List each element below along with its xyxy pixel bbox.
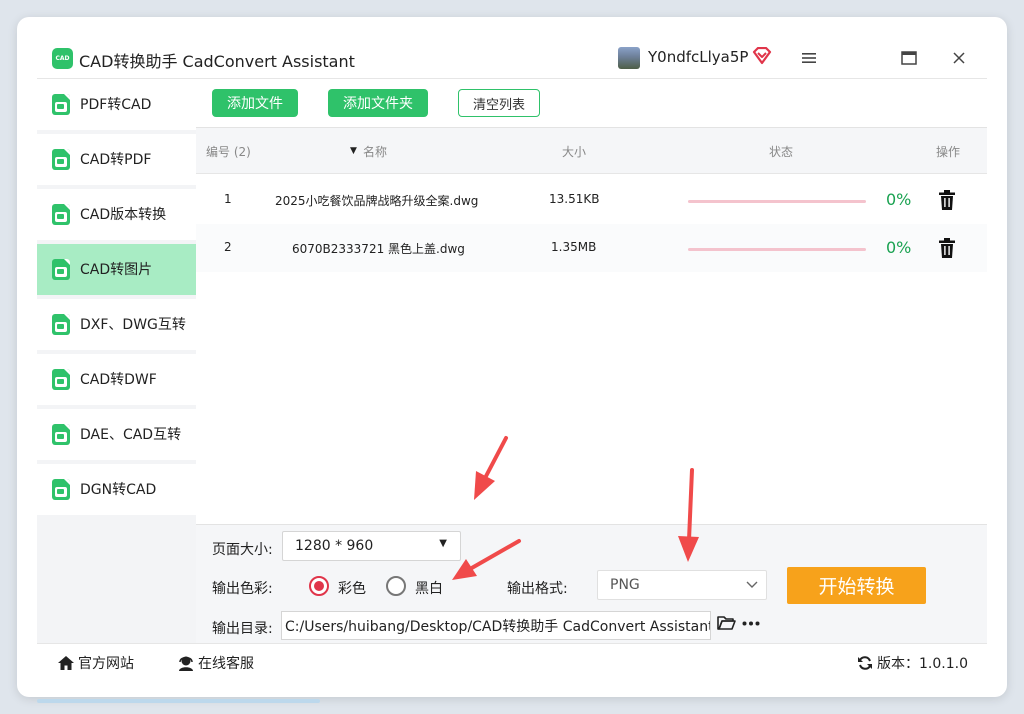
sidebar-item-label: DXF、DWG互转: [80, 317, 186, 333]
clear-list-button[interactable]: 清空列表: [458, 89, 540, 117]
header-size: 大小: [562, 145, 587, 159]
title-bar: CAD CAD转换助手 CadConvert Assistant Y0ndfcL…: [37, 37, 987, 79]
page-size-value: 1280 * 960: [295, 538, 374, 554]
footer: 官方网站 在线客服 版本：1.0.1.0: [37, 643, 987, 681]
file-convert-icon: [52, 149, 70, 170]
toolbar: 添加文件 添加文件夹 清空列表: [196, 79, 987, 128]
row-percent: 0%: [886, 190, 912, 209]
sidebar-item-label: CAD转图片: [80, 262, 153, 278]
sidebar-item-label: DAE、CAD互转: [80, 427, 182, 443]
sort-desc-icon[interactable]: ▼: [350, 146, 357, 156]
sidebar-item-cad-to-dwf[interactable]: CAD转DWF: [37, 354, 196, 405]
sidebar-item-dgn-to-cad[interactable]: DGN转CAD: [37, 464, 196, 515]
sidebar-item-cad-to-image[interactable]: CAD转图片: [37, 244, 196, 295]
add-file-button[interactable]: 添加文件: [212, 89, 298, 117]
start-convert-button[interactable]: 开始转换: [787, 567, 926, 604]
table-row[interactable]: 2 6070B2333721 黑色上盖.dwg 1.35MB 0%: [196, 224, 987, 272]
refresh-icon: [858, 656, 872, 670]
progress-bar: [688, 200, 866, 203]
menu-icon: [802, 53, 816, 63]
version-label: 版本：1.0.1.0: [877, 656, 968, 672]
app-root: CAD CAD转换助手 CadConvert Assistant Y0ndfcL…: [37, 37, 987, 681]
file-table: 编号 (2) ▼ 名称 大小 状态 操作 1 2025小吃餐饮品牌战略升级全案.…: [196, 128, 987, 524]
sidebar-item-label: DGN转CAD: [80, 482, 157, 498]
sidebar-item-cad-version[interactable]: CAD版本转换: [37, 189, 196, 240]
sidebar-item-dae-cad[interactable]: DAE、CAD互转: [37, 409, 196, 460]
page-size-label: 页面大小:: [212, 542, 273, 558]
file-convert-icon: [52, 369, 70, 390]
sidebar-item-label: CAD转DWF: [80, 372, 157, 388]
add-folder-button[interactable]: 添加文件夹: [328, 89, 428, 117]
online-support-label: 在线客服: [198, 656, 254, 672]
sidebar: PDF转CAD CAD转PDF CAD版本转换 CAD转图片 DXF、DWG互转…: [37, 79, 196, 643]
output-color-label: 输出色彩:: [212, 581, 273, 597]
sidebar-item-label: CAD转PDF: [80, 152, 152, 168]
header-index: 编号 (2): [206, 145, 251, 159]
vip-diamond-icon[interactable]: [752, 47, 772, 65]
bw-radio[interactable]: [386, 576, 406, 596]
header-action: 操作: [936, 145, 961, 159]
header-name[interactable]: 名称: [363, 143, 387, 160]
close-icon: [953, 52, 965, 64]
table-header: 编号 (2) ▼ 名称 大小 状态 操作: [196, 128, 987, 174]
output-format-value: PNG: [610, 577, 640, 593]
output-dir-value: C:/Users/huibang/Desktop/CAD转换助手 CadConv…: [285, 618, 711, 635]
app-title: CAD转换助手 CadConvert Assistant: [79, 52, 355, 71]
username[interactable]: Y0ndfcLlya5P: [648, 48, 748, 66]
close-button[interactable]: [947, 46, 971, 70]
avatar[interactable]: [618, 47, 640, 69]
row-filename: 2025小吃餐饮品牌战略升级全案.dwg: [275, 194, 479, 208]
file-convert-icon: [52, 314, 70, 335]
table-row[interactable]: 1 2025小吃餐饮品牌战略升级全案.dwg 13.51KB 0%: [196, 176, 987, 224]
trash-icon[interactable]: [938, 238, 956, 258]
page-size-select[interactable]: 1280 * 960 ▼: [282, 531, 461, 561]
online-support-link[interactable]: 在线客服: [177, 653, 254, 673]
header-status: 状态: [769, 145, 794, 159]
output-dir-label: 输出目录:: [212, 621, 273, 637]
row-index: 2: [224, 240, 232, 254]
home-icon: [58, 656, 74, 670]
output-settings: 页面大小: 1280 * 960 ▼ 输出色彩: 彩色 黑白 输出格式: PNG…: [196, 524, 987, 643]
sidebar-item-pdf-to-cad[interactable]: PDF转CAD: [37, 79, 196, 130]
row-size: 13.51KB: [549, 192, 600, 206]
official-website-label: 官方网站: [78, 656, 134, 672]
version-info[interactable]: 版本：1.0.1.0: [857, 653, 968, 673]
file-convert-icon: [52, 94, 70, 115]
menu-button[interactable]: [797, 46, 821, 70]
maximize-icon: [901, 51, 917, 65]
chevron-down-icon: [746, 581, 758, 588]
sidebar-item-label: PDF转CAD: [80, 97, 152, 113]
output-dir-field[interactable]: C:/Users/huibang/Desktop/CAD转换助手 CadConv…: [281, 611, 711, 640]
color-radio[interactable]: [309, 576, 329, 596]
caret-down-icon: ▼: [439, 538, 447, 549]
file-convert-icon: [52, 479, 70, 500]
official-website-link[interactable]: 官方网站: [57, 653, 134, 673]
sidebar-item-cad-to-pdf[interactable]: CAD转PDF: [37, 134, 196, 185]
sidebar-item-label: CAD版本转换: [80, 207, 167, 223]
taskbar-indicator: [37, 699, 320, 703]
row-filename: 6070B2333721 黑色上盖.dwg: [292, 242, 465, 256]
color-option-label[interactable]: 彩色: [338, 578, 366, 598]
support-agent-icon: [179, 656, 193, 671]
output-format-label: 输出格式:: [507, 581, 568, 597]
sidebar-item-dxf-dwg[interactable]: DXF、DWG互转: [37, 299, 196, 350]
app-logo: CAD: [52, 48, 73, 69]
row-index: 1: [224, 192, 232, 206]
output-format-select[interactable]: PNG: [597, 570, 767, 600]
file-image-icon: [52, 259, 70, 280]
file-convert-icon: [52, 424, 70, 445]
progress-bar: [688, 248, 866, 251]
trash-icon[interactable]: [938, 190, 956, 210]
row-percent: 0%: [886, 238, 912, 257]
maximize-button[interactable]: [897, 46, 921, 70]
file-convert-icon: [52, 204, 70, 225]
bw-option-label[interactable]: 黑白: [415, 578, 443, 598]
row-size: 1.35MB: [551, 240, 597, 254]
more-options-icon[interactable]: [742, 621, 760, 626]
folder-open-icon[interactable]: [717, 615, 736, 631]
